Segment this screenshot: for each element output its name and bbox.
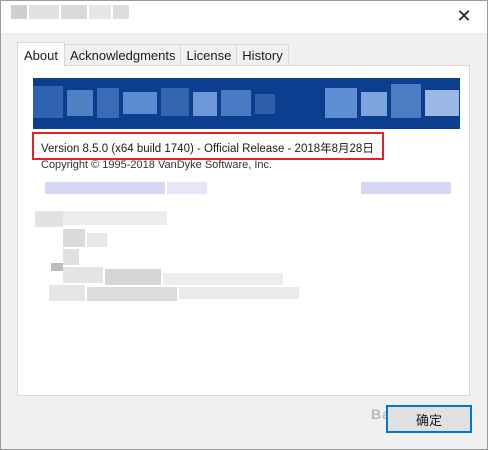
blurred-text <box>63 267 103 283</box>
blurred-text <box>49 285 85 301</box>
banner-blur <box>33 86 63 118</box>
blurred-text <box>163 273 283 285</box>
title-bar: ✕ <box>1 1 487 33</box>
banner-blur <box>67 90 93 116</box>
blurred-text <box>63 229 85 247</box>
close-icon: ✕ <box>456 5 472 27</box>
tab-label: Acknowledgments <box>69 48 176 63</box>
blurred-text <box>87 233 107 247</box>
banner-blur <box>255 94 275 114</box>
blurred-text <box>105 269 161 285</box>
blurred-link <box>361 182 451 194</box>
tab-label: License <box>186 48 232 63</box>
banner-blur <box>361 92 387 116</box>
title-blur <box>11 5 27 19</box>
title-blur <box>29 5 59 19</box>
blurred-text <box>179 287 299 299</box>
banner-blur <box>123 92 157 114</box>
title-blur <box>113 5 129 19</box>
banner-blur <box>97 88 119 118</box>
tab-acknowledgments[interactable]: Acknowledgments <box>64 44 182 66</box>
blurred-link <box>167 182 207 194</box>
copyright-text: Copyright © 1995-2018 VanDyke Software, … <box>41 159 273 171</box>
blurred-text <box>35 211 63 227</box>
version-text: Version 8.5.0 (x64 build 1740) - Officia… <box>41 143 374 155</box>
banner-blur <box>193 92 217 116</box>
tab-history[interactable]: History <box>237 44 289 66</box>
tab-bar: About Acknowledgments License History <box>17 42 289 67</box>
tab-label: History <box>242 48 283 63</box>
product-banner <box>33 78 460 129</box>
banner-blur <box>425 90 459 116</box>
ok-button-label: 确定 <box>415 412 442 428</box>
blurred-text <box>87 287 177 301</box>
banner-blur <box>391 84 421 118</box>
blurred-link <box>45 182 165 194</box>
close-button[interactable]: ✕ <box>441 1 487 31</box>
title-blur <box>89 5 111 19</box>
banner-blur <box>161 88 189 116</box>
tab-about[interactable]: About <box>17 42 65 67</box>
blurred-text <box>63 211 167 225</box>
about-dialog: ✕ About Acknowledgments License History … <box>0 0 488 450</box>
blurred-text <box>51 263 63 271</box>
tab-label: About <box>24 47 58 63</box>
ok-button[interactable]: 确定 <box>386 405 472 433</box>
title-blur <box>61 5 87 19</box>
banner-blur <box>325 88 357 118</box>
blurred-text <box>63 249 79 265</box>
tab-license[interactable]: License <box>181 44 238 66</box>
banner-blur <box>221 90 251 116</box>
